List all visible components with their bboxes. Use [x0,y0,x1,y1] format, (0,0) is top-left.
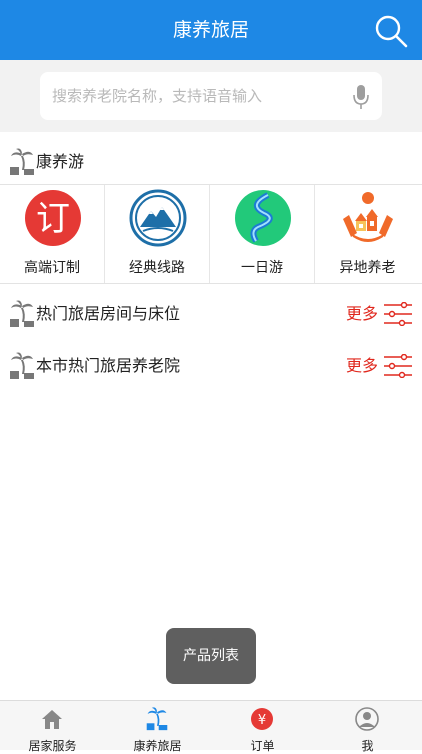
tab-me[interactable]: 我 [315,701,420,753]
tab-orders[interactable]: ¥ 订单 [210,701,315,753]
section-rooms-header: 热门旅居房间与床位 更多 [0,288,422,340]
palm-tree-icon [10,300,34,328]
tab-label: 居家服务 [28,739,77,753]
palm-tree-icon [145,707,169,731]
more-label: 更多 [345,304,378,323]
search-icon[interactable] [374,14,408,48]
bottom-tab-bar: 居家服务 康养旅居 ¥ 订单 我 [0,700,422,753]
tab-home-service[interactable]: 居家服务 [0,701,105,753]
category-label: 经典线路 [129,260,185,276]
section-travel-header: 康养游 [0,136,422,188]
filter-lines-icon [384,301,412,327]
section-rooms-label: 热门旅居房间与床位 [36,304,181,323]
category-remote-elderly-care[interactable]: 异地养老 [315,185,420,283]
divider [0,283,422,284]
search-input[interactable]: 搜索养老院名称，支持语音输入 [40,72,382,120]
category-label: 高端订制 [24,260,80,276]
user-icon [355,707,379,731]
search-area: 搜索养老院名称，支持语音输入 [0,60,422,132]
category-day-trip[interactable]: 一日游 [210,185,315,283]
filter-lines-icon [384,353,412,379]
section-homes-label: 本市热门旅居养老院 [36,356,181,375]
ding-character-icon: 订 [24,189,82,247]
section-travel-label: 康养游 [36,152,85,171]
yen-bag-icon: ¥ [250,707,274,731]
microphone-icon[interactable] [352,84,370,110]
search-placeholder: 搜索养老院名称，支持语音输入 [52,87,263,105]
top-bar: 康养旅居 [0,0,422,60]
section-homes-header: 本市热门旅居养老院 更多 [0,340,422,392]
river-road-icon [234,189,292,247]
tab-label: 订单 [250,739,275,753]
category-grid: 订 高端订制 经典线路 一日游 异地养老 [0,185,422,283]
hands-houses-icon [339,189,397,247]
palm-tree-icon [10,148,34,176]
category-classic-route[interactable]: 经典线路 [105,185,210,283]
more-label: 更多 [345,356,378,375]
category-custom-tour[interactable]: 订 高端订制 [0,185,105,283]
toast-message: 产品列表 [166,628,256,684]
page-title: 康养旅居 [172,19,249,41]
tab-label: 康养旅居 [133,739,182,753]
tab-label: 我 [361,739,374,753]
tab-wellness-travel[interactable]: 康养旅居 [105,701,210,753]
palm-tree-icon [10,352,34,380]
svg-text:订: 订 [36,199,70,239]
mountain-icon [129,189,187,247]
category-label: 异地养老 [339,260,396,276]
category-label: 一日游 [241,260,283,276]
home-icon [40,707,64,731]
svg-text:¥: ¥ [258,713,266,728]
